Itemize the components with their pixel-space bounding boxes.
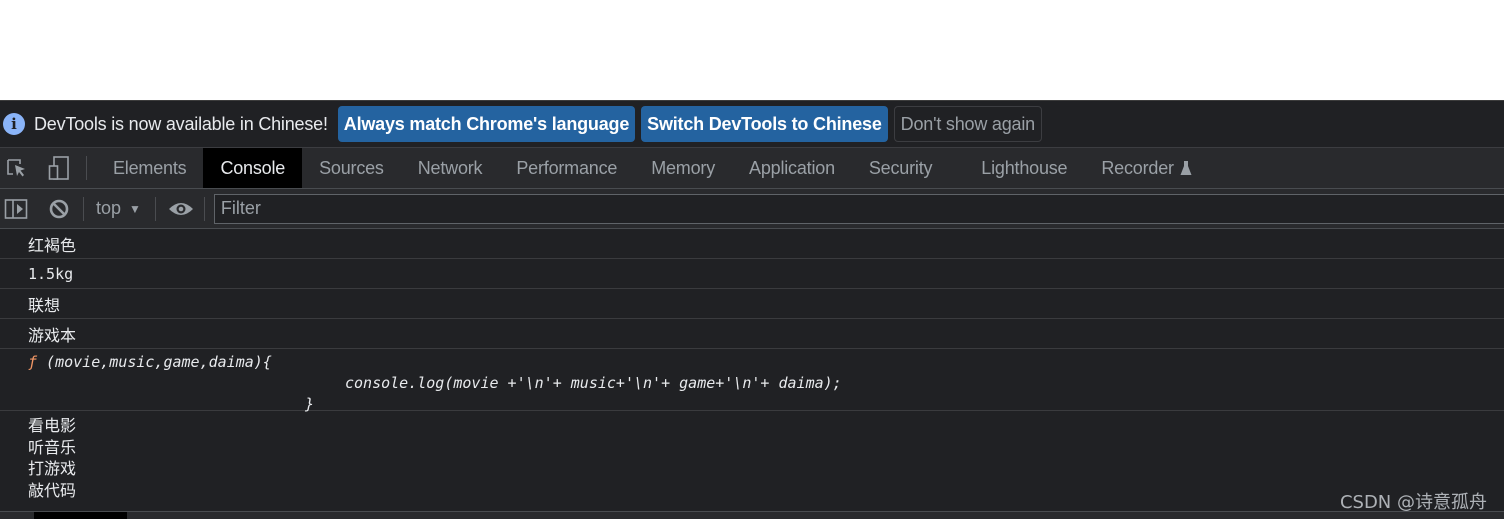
- devtools-panel: i DevTools is now available in Chinese! …: [0, 100, 1504, 519]
- drawer-tab-redacted: [34, 512, 127, 519]
- function-close-brace: }: [305, 395, 315, 413]
- console-line: 听音乐: [28, 437, 77, 457]
- dropdown-arrow-icon: ▼: [129, 201, 141, 216]
- toolbar-divider: [86, 156, 87, 180]
- infobar-message: DevTools is now available in Chinese!: [34, 113, 328, 134]
- inspect-element-icon[interactable]: [2, 153, 32, 183]
- console-message: 1.5kg: [0, 259, 1504, 289]
- page-content-area: [0, 0, 1504, 100]
- tab-network[interactable]: Network: [401, 148, 500, 188]
- dont-show-again-button[interactable]: Don't show again: [893, 106, 1042, 142]
- tab-recorder-label: Recorder: [1101, 157, 1174, 178]
- tab-security[interactable]: Security: [852, 148, 964, 188]
- live-expression-eye-icon[interactable]: [166, 194, 196, 224]
- tab-memory[interactable]: Memory: [634, 148, 732, 188]
- show-sidebar-icon[interactable]: [1, 194, 31, 224]
- device-toolbar-icon[interactable]: [44, 153, 74, 183]
- tab-console[interactable]: Console: [203, 148, 303, 188]
- console-message-multiline: 看电影 听音乐 打游戏 敲代码: [0, 411, 1504, 501]
- console-filter-input[interactable]: [213, 193, 1504, 224]
- tab-performance[interactable]: Performance: [499, 148, 634, 188]
- tab-sources[interactable]: Sources: [302, 148, 401, 188]
- console-message: 游戏本: [0, 319, 1504, 349]
- function-keyword: ƒ: [28, 353, 38, 371]
- toolbar-divider: [83, 196, 84, 221]
- console-drawer-bar: [0, 511, 1504, 519]
- console-message-function[interactable]: ƒ (movie,music,game,daima){ console.log(…: [0, 349, 1504, 413]
- console-message: 联想: [0, 289, 1504, 319]
- tab-application[interactable]: Application: [732, 148, 852, 188]
- devtools-tabbar: Elements Console Sources Network Perform…: [0, 148, 1504, 189]
- info-icon: i: [3, 113, 25, 135]
- console-toolbar: top ▼: [0, 189, 1504, 229]
- console-messages: 红褐色 1.5kg 联想 游戏本 ƒ (movie,music,game,dai…: [0, 229, 1504, 511]
- toolbar-divider: [154, 196, 156, 221]
- toolbar-divider: [203, 196, 205, 221]
- clear-console-icon[interactable]: [44, 194, 74, 224]
- console-line: 敲代码: [28, 480, 77, 500]
- console-line: 打游戏: [28, 459, 77, 478]
- context-selector-value: top: [96, 198, 122, 218]
- always-match-language-button[interactable]: Always match Chrome's language: [337, 106, 636, 142]
- console-line: 看电影: [28, 416, 77, 435]
- tab-lighthouse[interactable]: Lighthouse: [964, 148, 1084, 188]
- tab-elements[interactable]: Elements: [96, 148, 203, 188]
- function-body: console.log(movie +'\n'+ music+'\n'+ gam…: [345, 374, 842, 392]
- flask-icon: [1180, 161, 1192, 175]
- context-selector[interactable]: top ▼: [92, 198, 145, 219]
- function-signature: (movie,music,game,daima){: [37, 353, 272, 371]
- tab-recorder[interactable]: Recorder: [1084, 148, 1208, 188]
- console-message: 红褐色: [0, 229, 1504, 259]
- function-signature-line: ƒ (movie,music,game,daima){: [28, 353, 272, 371]
- switch-to-chinese-button[interactable]: Switch DevTools to Chinese: [641, 106, 888, 142]
- language-infobar: i DevTools is now available in Chinese! …: [0, 100, 1504, 148]
